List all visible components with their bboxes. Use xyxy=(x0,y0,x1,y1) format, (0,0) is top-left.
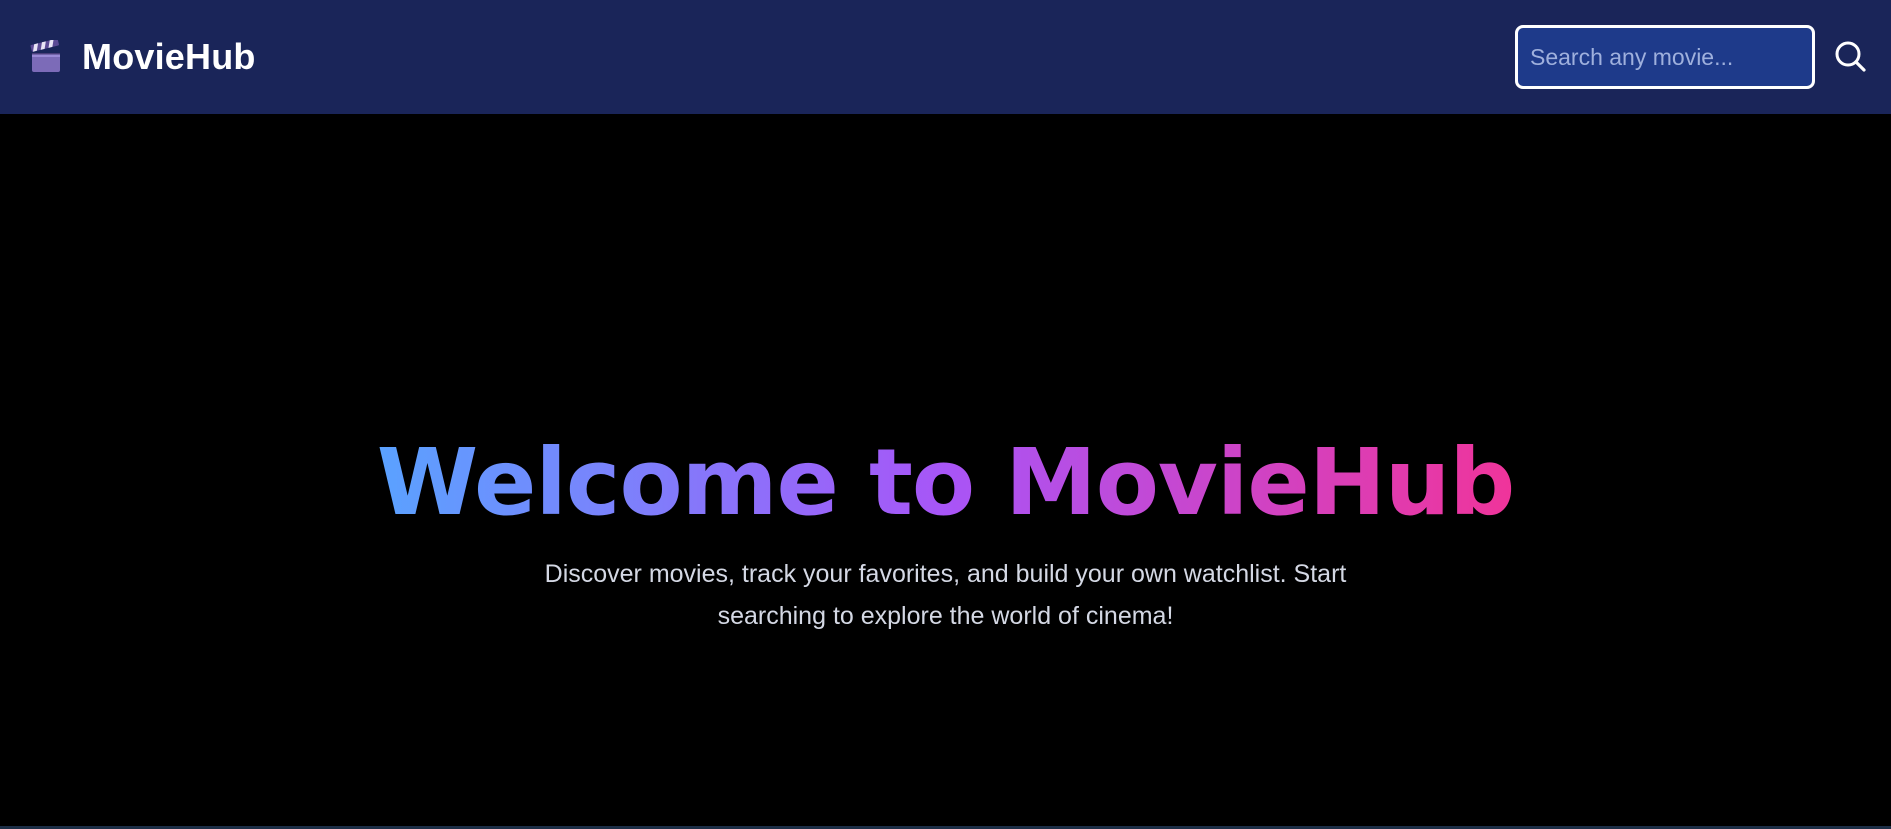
hero-section: Welcome to MovieHub Discover movies, tra… xyxy=(0,114,1891,826)
hero-subtitle: Discover movies, track your favorites, a… xyxy=(544,560,1347,631)
search-icon xyxy=(1833,39,1867,76)
top-navbar: MovieHub xyxy=(0,0,1891,114)
hero-title: Welcome to MovieHub xyxy=(376,429,1515,536)
search-button[interactable] xyxy=(1829,36,1871,78)
brand-title: MovieHub xyxy=(82,36,256,77)
clapperboard-icon xyxy=(30,38,62,74)
search-group xyxy=(1515,25,1871,89)
search-input[interactable] xyxy=(1515,25,1815,89)
brand[interactable]: MovieHub xyxy=(30,36,256,78)
